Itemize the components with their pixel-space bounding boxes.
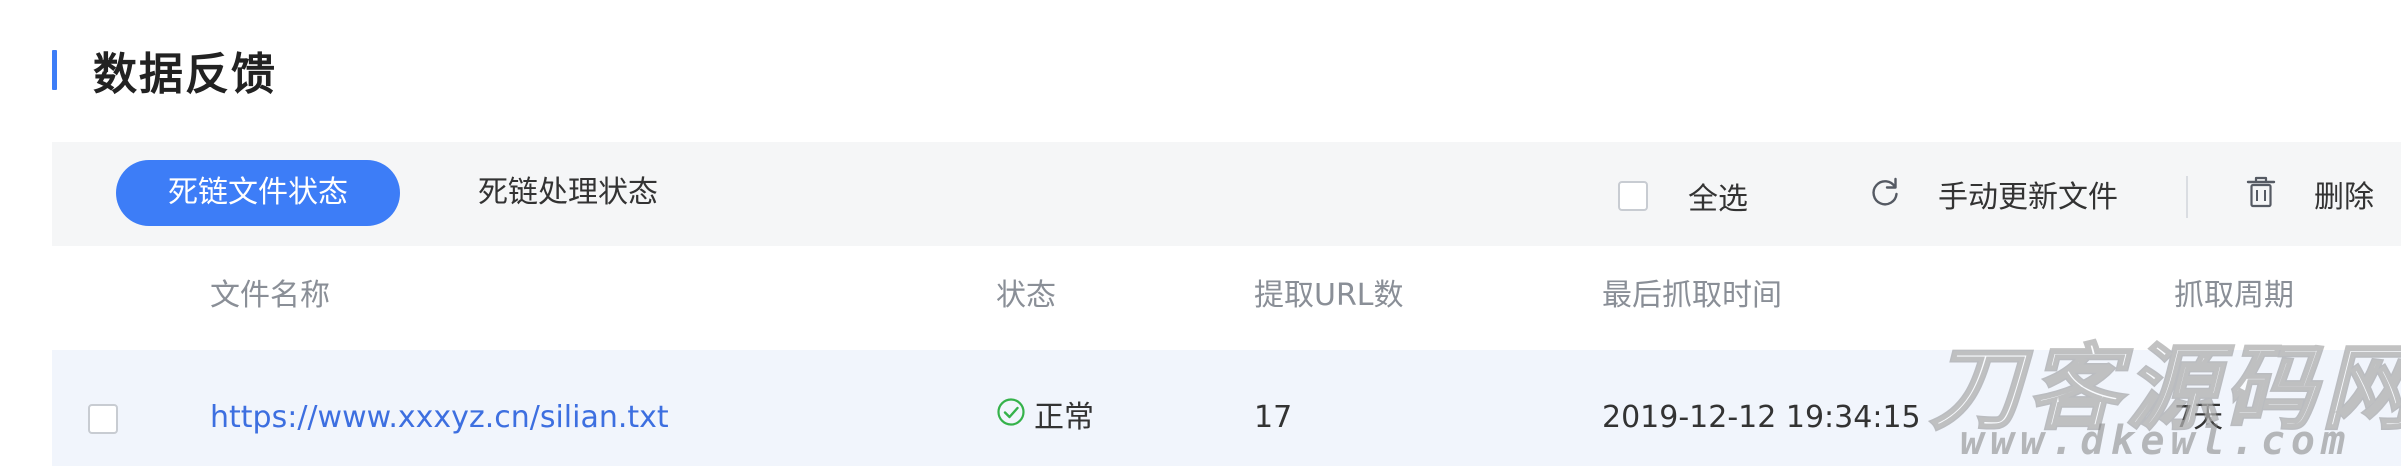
- column-header-last-fetch-time: 最后抓取时间: [1602, 278, 1782, 313]
- status-cell: 正常: [996, 390, 1094, 446]
- toolbar-divider: [2186, 176, 2188, 218]
- tab-dead-link-file-status[interactable]: 死链文件状态: [116, 160, 400, 226]
- status-text: 正常: [1034, 400, 1094, 435]
- manual-update-label: 手动更新文件: [1938, 180, 2118, 215]
- select-all-label: 全选: [1688, 182, 1748, 217]
- row-checkbox[interactable]: [88, 404, 118, 434]
- select-all-control[interactable]: 全选: [1618, 178, 1748, 217]
- title-accent-bar: [52, 50, 57, 90]
- page: 数据反馈 死链文件状态 死链处理状态 全选 手动更新文件 删除 文件名称 状态 …: [0, 0, 2401, 466]
- delete-label: 删除: [2314, 180, 2374, 215]
- refresh-icon: [1868, 175, 1902, 213]
- column-header-file-name: 文件名称: [210, 278, 330, 313]
- table-row[interactable]: https://www.xxxyz.cn/silian.txt 正常 17 20…: [52, 350, 2401, 466]
- column-header-url-count: 提取URL数: [1254, 278, 1404, 313]
- column-header-status: 状态: [996, 278, 1056, 313]
- trash-icon: [2244, 174, 2278, 214]
- manual-update-button[interactable]: 手动更新文件: [1868, 170, 2118, 218]
- tab-dead-link-process-status[interactable]: 死链处理状态: [448, 160, 688, 226]
- toolbar: 死链文件状态 死链处理状态 全选 手动更新文件 删除: [52, 142, 2401, 246]
- url-count-cell: 17: [1254, 400, 1293, 435]
- last-fetch-time-cell: 2019-12-12 19:34:15: [1602, 400, 1921, 435]
- delete-button[interactable]: 删除: [2244, 170, 2374, 218]
- select-all-checkbox[interactable]: [1618, 181, 1648, 211]
- column-header-fetch-period: 抓取周期: [2174, 278, 2294, 313]
- check-circle-icon: [996, 390, 1026, 446]
- fetch-period-cell: 7天: [2174, 400, 2224, 435]
- page-title: 数据反馈: [93, 49, 277, 100]
- file-name-link[interactable]: https://www.xxxyz.cn/silian.txt: [210, 390, 669, 446]
- page-header: 数据反馈: [52, 40, 277, 100]
- table-header: 文件名称 状态 提取URL数 最后抓取时间 抓取周期: [52, 246, 2401, 346]
